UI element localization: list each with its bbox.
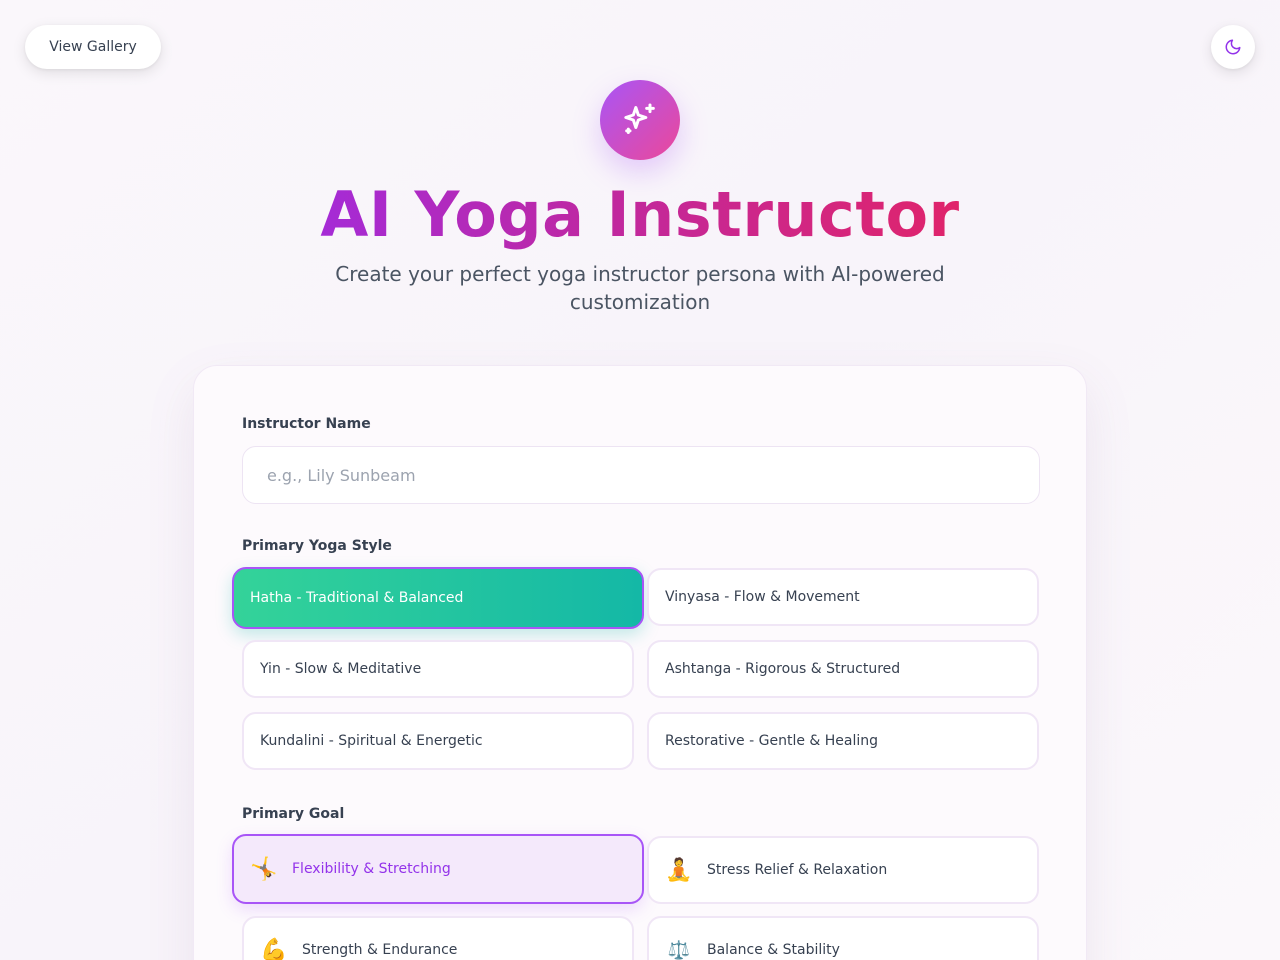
goal-option-label: Stress Relief & Relaxation [707,862,888,878]
theme-toggle-button[interactable] [1211,25,1255,69]
hero-logo [600,80,680,160]
style-option-label: Yin - Slow & Meditative [260,661,422,677]
flexed-bicep-icon: 💪 [260,937,288,960]
goal-option-stress-relief[interactable]: 🧘 Stress Relief & Relaxation [647,836,1039,904]
meditation-icon: 🧘 [665,857,693,883]
instructor-name-input[interactable] [242,446,1040,504]
style-option-kundalini[interactable]: Kundalini - Spiritual & Energetic [242,712,634,770]
style-option-ashtanga[interactable]: Ashtanga - Rigorous & Structured [647,640,1039,698]
page-title: AI Yoga Instructor [320,178,960,251]
style-option-label: Ashtanga - Rigorous & Structured [665,661,901,677]
goal-option-balance[interactable]: ⚖️ Balance & Stability [647,916,1039,960]
instructor-name-label: Instructor Name [242,416,371,432]
style-option-hatha[interactable]: Hatha - Traditional & Balanced [232,567,644,629]
page-subtitle: Create your perfect yoga instructor pers… [335,262,945,314]
goal-option-label: Balance & Stability [707,942,840,958]
primary-goal-label: Primary Goal [242,806,345,822]
style-option-yin[interactable]: Yin - Slow & Meditative [242,640,634,698]
goal-option-label: Flexibility & Stretching [292,861,451,877]
yoga-style-label: Primary Yoga Style [242,538,392,554]
balance-scale-icon: ⚖️ [667,939,691,960]
goal-option-strength[interactable]: 💪 Strength & Endurance [242,916,634,960]
view-gallery-button[interactable]: View Gallery [25,25,161,69]
sparkles-icon [624,103,655,134]
style-option-label: Restorative - Gentle & Healing [665,733,879,749]
style-option-label: Hatha - Traditional & Balanced [250,590,464,606]
style-option-label: Vinyasa - Flow & Movement [665,589,860,605]
goal-option-flexibility[interactable]: 🤸 Flexibility & Stretching [232,834,644,904]
cartwheel-icon: 🤸 [250,856,278,882]
moon-icon [1225,39,1241,55]
form-card: Instructor Name Primary Yoga Style Hatha… [193,365,1087,960]
style-option-label: Kundalini - Spiritual & Energetic [260,733,483,749]
style-option-restorative[interactable]: Restorative - Gentle & Healing [647,712,1039,770]
style-option-vinyasa[interactable]: Vinyasa - Flow & Movement [647,568,1039,626]
goal-option-label: Strength & Endurance [302,942,458,958]
